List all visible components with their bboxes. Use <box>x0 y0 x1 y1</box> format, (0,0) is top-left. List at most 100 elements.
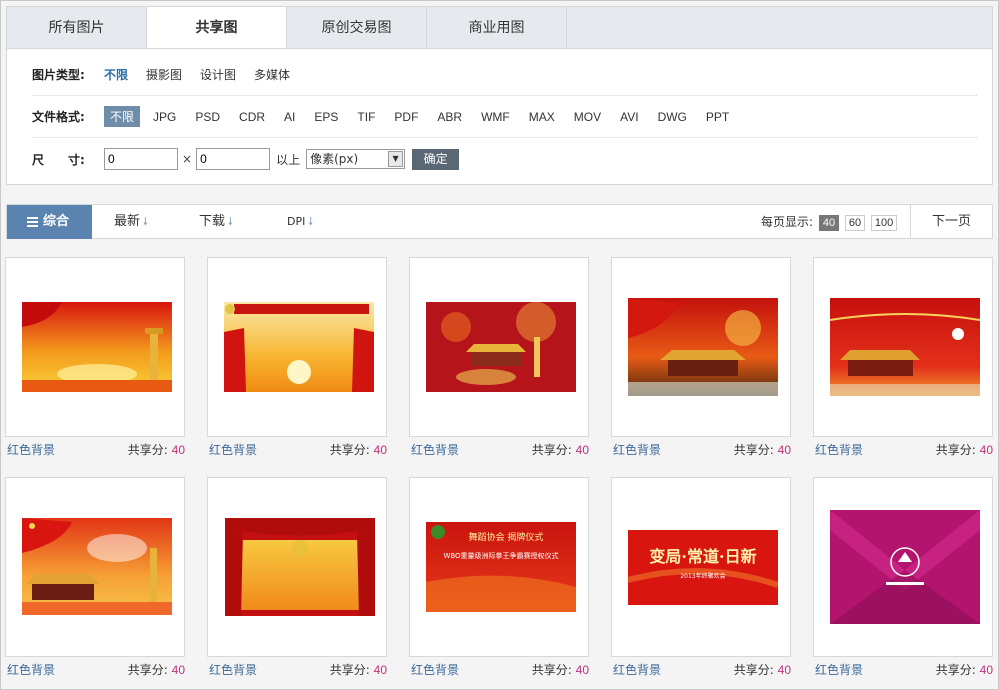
tab-shared-images[interactable]: 共享图 <box>147 7 287 51</box>
file-format-row: 文件格式: 不限 JPG PSD CDR AI EPS TIF PDF ABR … <box>32 96 977 138</box>
share-score-value: 40 <box>373 443 387 457</box>
image-name[interactable]: 红色背景 <box>613 437 661 463</box>
share-score: 共享分: 40 <box>532 657 589 683</box>
thumbnail-caption: WBO重量级洲际拳王争霸赛授权仪式 <box>443 551 558 560</box>
thumbnail-image <box>22 518 172 615</box>
image-card: 红色背景 共享分: 40 <box>813 257 993 463</box>
format-option-mov[interactable]: MOV <box>568 108 607 126</box>
image-thumbnail[interactable] <box>611 257 791 437</box>
share-score-value: 40 <box>575 443 589 457</box>
share-score-value: 40 <box>575 663 589 677</box>
arrow-down-icon: 🠗 <box>308 215 314 228</box>
list-icon <box>27 215 38 229</box>
share-score-value: 40 <box>777 663 791 677</box>
share-score-value: 40 <box>171 443 185 457</box>
sort-downloads[interactable]: 下载 🠗 <box>199 205 233 239</box>
sort-newest[interactable]: 最新 🠗 <box>114 205 148 239</box>
sort-comprehensive[interactable]: 综合 <box>7 205 92 239</box>
share-score-label: 共享分: <box>531 663 572 677</box>
per-page-100[interactable]: 100 <box>871 215 898 231</box>
image-thumbnail[interactable] <box>207 477 387 657</box>
sort-dpi-label: DPI <box>287 215 306 228</box>
share-score-label: 共享分: <box>329 663 370 677</box>
per-page-40[interactable]: 40 <box>819 215 840 231</box>
height-input[interactable] <box>196 148 271 170</box>
format-option-abr[interactable]: ABR <box>431 108 468 126</box>
unit-select[interactable]: 像素(px) ▼ <box>306 149 406 169</box>
image-name[interactable]: 红色背景 <box>411 437 459 463</box>
share-score-value: 40 <box>777 443 791 457</box>
image-meta: 红色背景 共享分: 40 <box>813 657 993 683</box>
image-name[interactable]: 红色背景 <box>411 657 459 683</box>
share-score: 共享分: 40 <box>936 657 993 683</box>
image-card: 红色背景 共享分: 40 <box>5 477 185 683</box>
format-option-cdr[interactable]: CDR <box>233 108 271 126</box>
sort-dpi[interactable]: DPI 🠗 <box>287 205 313 239</box>
width-input[interactable] <box>104 148 178 170</box>
image-name[interactable]: 红色背景 <box>209 657 257 683</box>
type-option-photo[interactable]: 摄影图 <box>146 66 182 83</box>
image-meta: 红色背景 共享分: 40 <box>611 657 791 683</box>
image-thumbnail[interactable]: 舞蹈协会 揭牌仪式 WBO重量级洲际拳王争霸赛授权仪式 <box>409 477 589 657</box>
sort-newest-label: 最新 <box>114 214 141 229</box>
type-option-media[interactable]: 多媒体 <box>254 66 290 83</box>
type-option-any[interactable]: 不限 <box>104 66 128 83</box>
image-meta: 红色背景 共享分: 40 <box>5 657 185 683</box>
sort-bar: 综合 最新 🠗 下载 🠗 DPI 🠗 每页显示: 40 60 100 下一页 <box>6 204 993 239</box>
image-thumbnail[interactable] <box>813 477 993 657</box>
image-thumbnail[interactable] <box>813 257 993 437</box>
arrow-down-icon: 🠗 <box>143 215 148 228</box>
format-option-avi[interactable]: AVI <box>614 108 644 126</box>
per-page-60[interactable]: 60 <box>845 215 866 231</box>
confirm-button[interactable]: 确定 <box>412 148 460 170</box>
per-page: 每页显示: 40 60 100 <box>761 205 898 239</box>
format-option-wmf[interactable]: WMF <box>475 108 516 126</box>
size-label: 尺 寸: <box>32 152 85 167</box>
image-card: 红色背景 共享分: 40 <box>207 477 387 683</box>
image-thumbnail[interactable] <box>207 257 387 437</box>
image-card: 红色背景 共享分: 40 <box>409 257 589 463</box>
format-option-tif[interactable]: TIF <box>351 108 381 126</box>
format-option-any[interactable]: 不限 <box>104 106 141 127</box>
thumbnail-caption: 变局·常道·日新 <box>649 547 756 566</box>
format-option-jpg[interactable]: JPG <box>147 108 182 126</box>
tab-all-images[interactable]: 所有图片 <box>7 7 147 50</box>
image-thumbnail[interactable]: 变局·常道·日新 2013年终聚欢会 <box>611 477 791 657</box>
tab-original-trade[interactable]: 原创交易图 <box>287 7 427 50</box>
image-meta: 红色背景 共享分: 40 <box>409 437 589 463</box>
share-score-value: 40 <box>171 663 185 677</box>
image-name[interactable]: 红色背景 <box>7 657 55 683</box>
share-score-label: 共享分: <box>127 663 168 677</box>
share-score: 共享分: 40 <box>128 657 185 683</box>
image-thumbnail[interactable] <box>5 257 185 437</box>
share-score-label: 共享分: <box>127 443 168 457</box>
type-option-design[interactable]: 设计图 <box>200 66 236 83</box>
share-score-value: 40 <box>373 663 387 677</box>
image-name[interactable]: 红色背景 <box>815 657 863 683</box>
format-option-ai[interactable]: AI <box>278 108 301 126</box>
thumbnail-image: 变局·常道·日新 2013年终聚欢会 <box>628 530 778 605</box>
format-option-ppt[interactable]: PPT <box>700 108 735 126</box>
image-name[interactable]: 红色背景 <box>209 437 257 463</box>
sort-downloads-label: 下载 <box>199 214 226 229</box>
next-page-button[interactable]: 下一页 <box>910 205 992 239</box>
format-option-psd[interactable]: PSD <box>189 108 226 126</box>
format-option-eps[interactable]: EPS <box>308 108 344 126</box>
image-thumbnail[interactable] <box>409 257 589 437</box>
tab-commercial[interactable]: 商业用图 <box>427 7 567 50</box>
image-name[interactable]: 红色背景 <box>815 437 863 463</box>
share-score-label: 共享分: <box>329 443 370 457</box>
image-thumbnail[interactable] <box>5 477 185 657</box>
image-name[interactable]: 红色背景 <box>613 657 661 683</box>
image-meta: 红色背景 共享分: 40 <box>5 437 185 463</box>
image-card: 红色背景 共享分: 40 <box>813 477 993 683</box>
image-meta: 红色背景 共享分: 40 <box>207 437 387 463</box>
format-option-max[interactable]: MAX <box>523 108 561 126</box>
image-name[interactable]: 红色背景 <box>7 437 55 463</box>
share-score-label: 共享分: <box>531 443 572 457</box>
share-score-value: 40 <box>979 663 993 677</box>
format-option-pdf[interactable]: PDF <box>388 108 424 126</box>
image-card: 红色背景 共享分: 40 <box>611 257 791 463</box>
thumbnail-image <box>225 518 375 616</box>
format-option-dwg[interactable]: DWG <box>652 108 693 126</box>
